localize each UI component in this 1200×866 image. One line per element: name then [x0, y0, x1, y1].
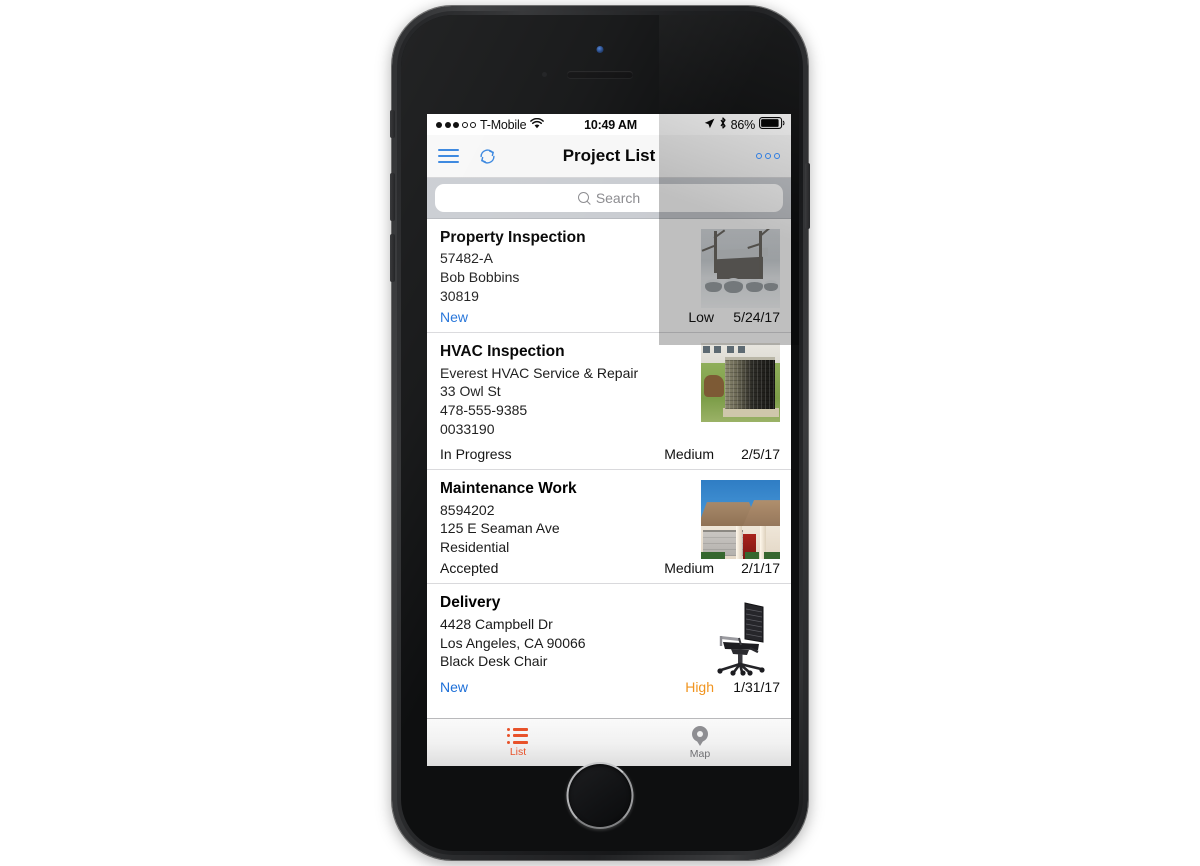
phone-front-face: T-Mobile 10:49 AM 86% Project List Searc… [401, 15, 799, 851]
earpiece-speaker [567, 71, 633, 78]
list-item-thumbnail-wrap [701, 343, 780, 423]
nav-bar-right-actions [756, 153, 780, 159]
phone-screen: T-Mobile 10:49 AM 86% Project List Searc… [427, 114, 791, 766]
residential-house-photo [701, 480, 780, 560]
navigation-bar: Project List [427, 135, 791, 178]
tab-map-label: Map [689, 747, 711, 760]
mute-switch-button[interactable] [390, 110, 395, 138]
bluetooth-icon [719, 117, 727, 132]
date-label: 2/1/17 [741, 560, 780, 577]
list-item-thumbnail-wrap [701, 480, 780, 560]
priority-label: Medium [664, 446, 714, 463]
search-placeholder: Search [595, 190, 641, 206]
date-label: 5/24/17 [733, 309, 780, 326]
hvac-condenser-photo [701, 343, 780, 423]
status-badge: In Progress [440, 446, 512, 463]
battery-percent-label: 86% [730, 117, 756, 132]
tab-list[interactable]: List [427, 719, 609, 766]
search-input[interactable]: Search [435, 184, 783, 212]
volume-up-button[interactable] [390, 173, 395, 221]
search-bar-container: Search [427, 178, 791, 219]
list-item[interactable]: Property Inspection 57482-A Bob Bobbins … [427, 219, 791, 334]
tab-list-label: List [509, 745, 527, 758]
tab-map[interactable]: Map [609, 719, 791, 766]
snowy-house-photo [701, 229, 780, 308]
list-item[interactable]: Maintenance Work 8594202 125 E Seaman Av… [427, 470, 791, 585]
wifi-icon [530, 117, 545, 132]
carrier-label: T-Mobile [480, 117, 527, 132]
black-desk-chair-photo [701, 598, 780, 678]
cellular-signal-icon [436, 121, 476, 128]
list-item-thumbnail-wrap [701, 598, 780, 678]
list-item-thumbnail-wrap [701, 229, 780, 308]
power-button[interactable] [805, 163, 810, 229]
list-item[interactable]: Delivery 4428 Campbell Dr Los Angeles, C… [427, 584, 791, 704]
priority-label: Medium [664, 560, 714, 577]
status-bar-left: T-Mobile [436, 117, 584, 132]
status-bar: T-Mobile 10:49 AM 86% [427, 114, 791, 135]
status-badge: New [440, 309, 469, 326]
home-button[interactable] [566, 762, 634, 829]
status-badge: Accepted [440, 560, 499, 577]
battery-icon [759, 117, 785, 132]
list-item-detail: 0033190 [440, 420, 495, 437]
volume-down-button[interactable] [390, 234, 395, 282]
iphone-device-frame: T-Mobile 10:49 AM 86% Project List Searc… [390, 6, 810, 860]
nav-bar-left-actions [438, 146, 498, 167]
list-item[interactable]: HVAC Inspection Everest HVAC Service & R… [427, 333, 791, 471]
status-bar-right: 86% [637, 117, 785, 132]
date-label: 1/31/17 [733, 678, 780, 695]
list-item-footer: Accepted Medium 2/1/17 [440, 560, 780, 576]
list-item-footer: In Progress Medium 2/5/17 [440, 446, 780, 462]
bottom-tab-bar: List Map [427, 718, 791, 766]
sync-refresh-icon[interactable] [477, 146, 498, 167]
more-options-icon[interactable] [756, 153, 780, 159]
map-pin-icon [692, 725, 708, 746]
list-item-footer: New Low 5/24/17 [440, 309, 780, 325]
proximity-sensor-icon [542, 72, 547, 77]
front-camera-icon [596, 46, 604, 53]
hamburger-menu-icon[interactable] [438, 149, 459, 163]
list-item-footer: New High 1/31/17 [440, 679, 780, 695]
bulleted-list-icon [507, 727, 529, 744]
status-badge: New [440, 678, 469, 695]
priority-label: Low [688, 309, 714, 326]
status-bar-clock: 10:49 AM [584, 117, 637, 132]
search-icon [577, 192, 590, 204]
priority-label: High [685, 678, 714, 695]
date-label: 2/5/17 [741, 446, 780, 463]
project-list[interactable]: Property Inspection 57482-A Bob Bobbins … [427, 219, 791, 704]
location-arrow-icon [704, 118, 715, 132]
